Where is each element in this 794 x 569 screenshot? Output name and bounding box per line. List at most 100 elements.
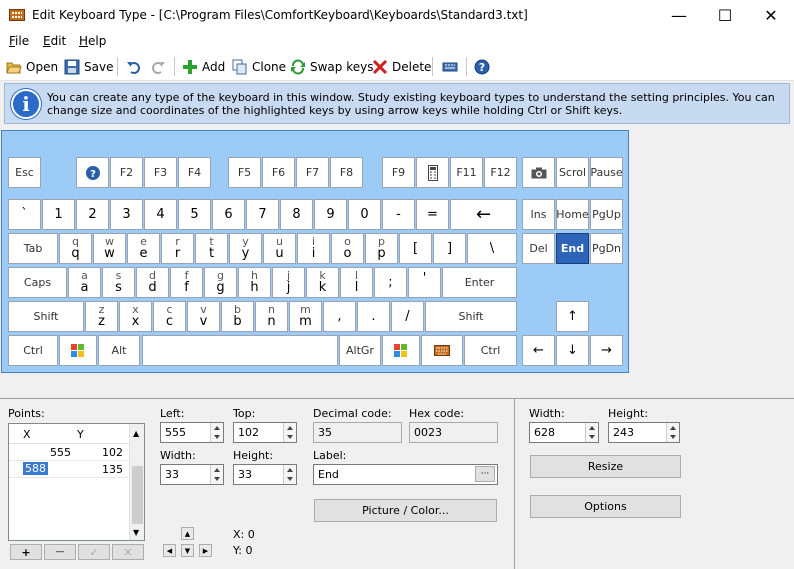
key-alt[interactable]: Alt [98,335,140,366]
key-menu[interactable] [421,335,463,366]
key-f5[interactable]: F5 [228,157,261,188]
open-button[interactable]: Open [6,58,58,76]
scroll-up-icon[interactable]: ▲ [133,429,139,438]
key-semicolon[interactable]: ; [374,267,407,298]
remove-point-button[interactable]: — [44,544,76,560]
key-pageup[interactable]: PgUp [590,199,623,230]
key-backspace[interactable]: ← [450,199,517,230]
point-x-editing[interactable]: 588 [23,462,48,475]
table-row[interactable]: 588 135 [9,461,129,478]
key-e[interactable]: ee [127,233,160,264]
key-arrow-up[interactable]: ↑ [556,301,589,332]
key-3[interactable]: 3 [110,199,143,230]
clone-button[interactable]: Clone [232,58,286,76]
menu-edit[interactable]: Edit [43,34,66,48]
key-f9[interactable]: F9 [382,157,415,188]
key-pause[interactable]: Pause [590,157,623,188]
key-p[interactable]: pp [365,233,398,264]
key-win-right[interactable] [382,335,420,366]
save-button[interactable]: Save [64,58,113,76]
key-m[interactable]: mm [289,301,322,332]
key-equal[interactable]: = [416,199,449,230]
key-6[interactable]: 6 [212,199,245,230]
close-button[interactable]: ✕ [748,0,794,31]
width-spinner[interactable] [210,465,223,484]
nudge-right-button[interactable]: ▶ [199,544,212,557]
key-end-selected[interactable]: End [556,233,589,264]
key-f11[interactable]: F11 [450,157,483,188]
key-f12[interactable]: F12 [484,157,517,188]
minimize-button[interactable]: — [656,0,702,31]
key-y[interactable]: yy [229,233,262,264]
key-i[interactable]: ii [297,233,330,264]
keyboard-canvas[interactable]: Esc ? F2 F3 F4 F5 F6 F7 F8 F9 F11 F12 Sc… [1,130,629,373]
add-point-button[interactable]: + [10,544,42,560]
key-insert[interactable]: Ins [522,199,555,230]
nudge-left-button[interactable]: ◀ [163,544,176,557]
key-w[interactable]: ww [93,233,126,264]
points-grid[interactable]: X Y 555 102 588 135 ▲ ▼ [8,423,145,541]
nudge-up-button[interactable]: ▲ [181,527,194,540]
menu-file[interactable]: File [9,34,29,48]
swap-keys-button[interactable]: Swap keys [290,58,373,76]
nudge-down-button[interactable]: ▼ [181,544,194,557]
key-bracket-left[interactable]: [ [399,233,432,264]
key-ctrl-right[interactable]: Ctrl [464,335,517,366]
key-f10[interactable] [416,157,449,188]
kb-width-spinner[interactable] [585,423,598,442]
key-arrow-right[interactable]: → [590,335,623,366]
add-button[interactable]: Add [182,58,225,76]
key-f8[interactable]: F8 [330,157,363,188]
key-8[interactable]: 8 [280,199,313,230]
key-grave[interactable]: ` [8,199,41,230]
key-scrolllock[interactable]: Scrol [556,157,589,188]
key-d[interactable]: dd [136,267,169,298]
key-f4[interactable]: F4 [178,157,211,188]
key-altgr[interactable]: AltGr [339,335,381,366]
key-f6[interactable]: F6 [262,157,295,188]
key-label-input[interactable]: End [313,464,498,485]
key-win-left[interactable] [59,335,97,366]
key-n[interactable]: nn [255,301,288,332]
key-l[interactable]: ll [340,267,373,298]
key-g[interactable]: gg [204,267,237,298]
key-0[interactable]: 0 [348,199,381,230]
key-a[interactable]: aa [68,267,101,298]
help-button[interactable]: ? [474,58,490,76]
key-o[interactable]: oo [331,233,364,264]
key-c[interactable]: cc [153,301,186,332]
key-home[interactable]: Home [556,199,589,230]
redo-button[interactable] [150,58,166,76]
undo-button[interactable] [126,58,142,76]
key-b[interactable]: bb [221,301,254,332]
key-5[interactable]: 5 [178,199,211,230]
key-j[interactable]: jj [272,267,305,298]
delete-button[interactable]: Delete [372,58,431,76]
maximize-button[interactable]: ☐ [702,0,748,31]
key-tab[interactable]: Tab [8,233,58,264]
key-space[interactable] [142,335,338,366]
height-spinner[interactable] [283,465,296,484]
options-button[interactable]: Options [530,495,681,518]
key-minus[interactable]: - [382,199,415,230]
key-f7[interactable]: F7 [296,157,329,188]
key-7[interactable]: 7 [246,199,279,230]
key-arrow-down[interactable]: ↓ [556,335,589,366]
kb-height-spinner[interactable] [666,423,679,442]
key-esc[interactable]: Esc [8,157,41,188]
keyboard-view-button[interactable] [442,58,458,76]
key-s[interactable]: ss [102,267,135,298]
key-enter[interactable]: Enter [442,267,517,298]
key-9[interactable]: 9 [314,199,347,230]
key-4[interactable]: 4 [144,199,177,230]
key-arrow-left[interactable]: ← [522,335,555,366]
key-t[interactable]: tt [195,233,228,264]
key-pagedown[interactable]: PgDn [590,233,623,264]
key-z[interactable]: zz [85,301,118,332]
top-spinner[interactable] [283,423,296,442]
key-comma[interactable]: , [323,301,356,332]
key-f2[interactable]: F2 [110,157,143,188]
key-h[interactable]: hh [238,267,271,298]
key-printscreen[interactable] [522,157,555,188]
key-f[interactable]: ff [170,267,203,298]
